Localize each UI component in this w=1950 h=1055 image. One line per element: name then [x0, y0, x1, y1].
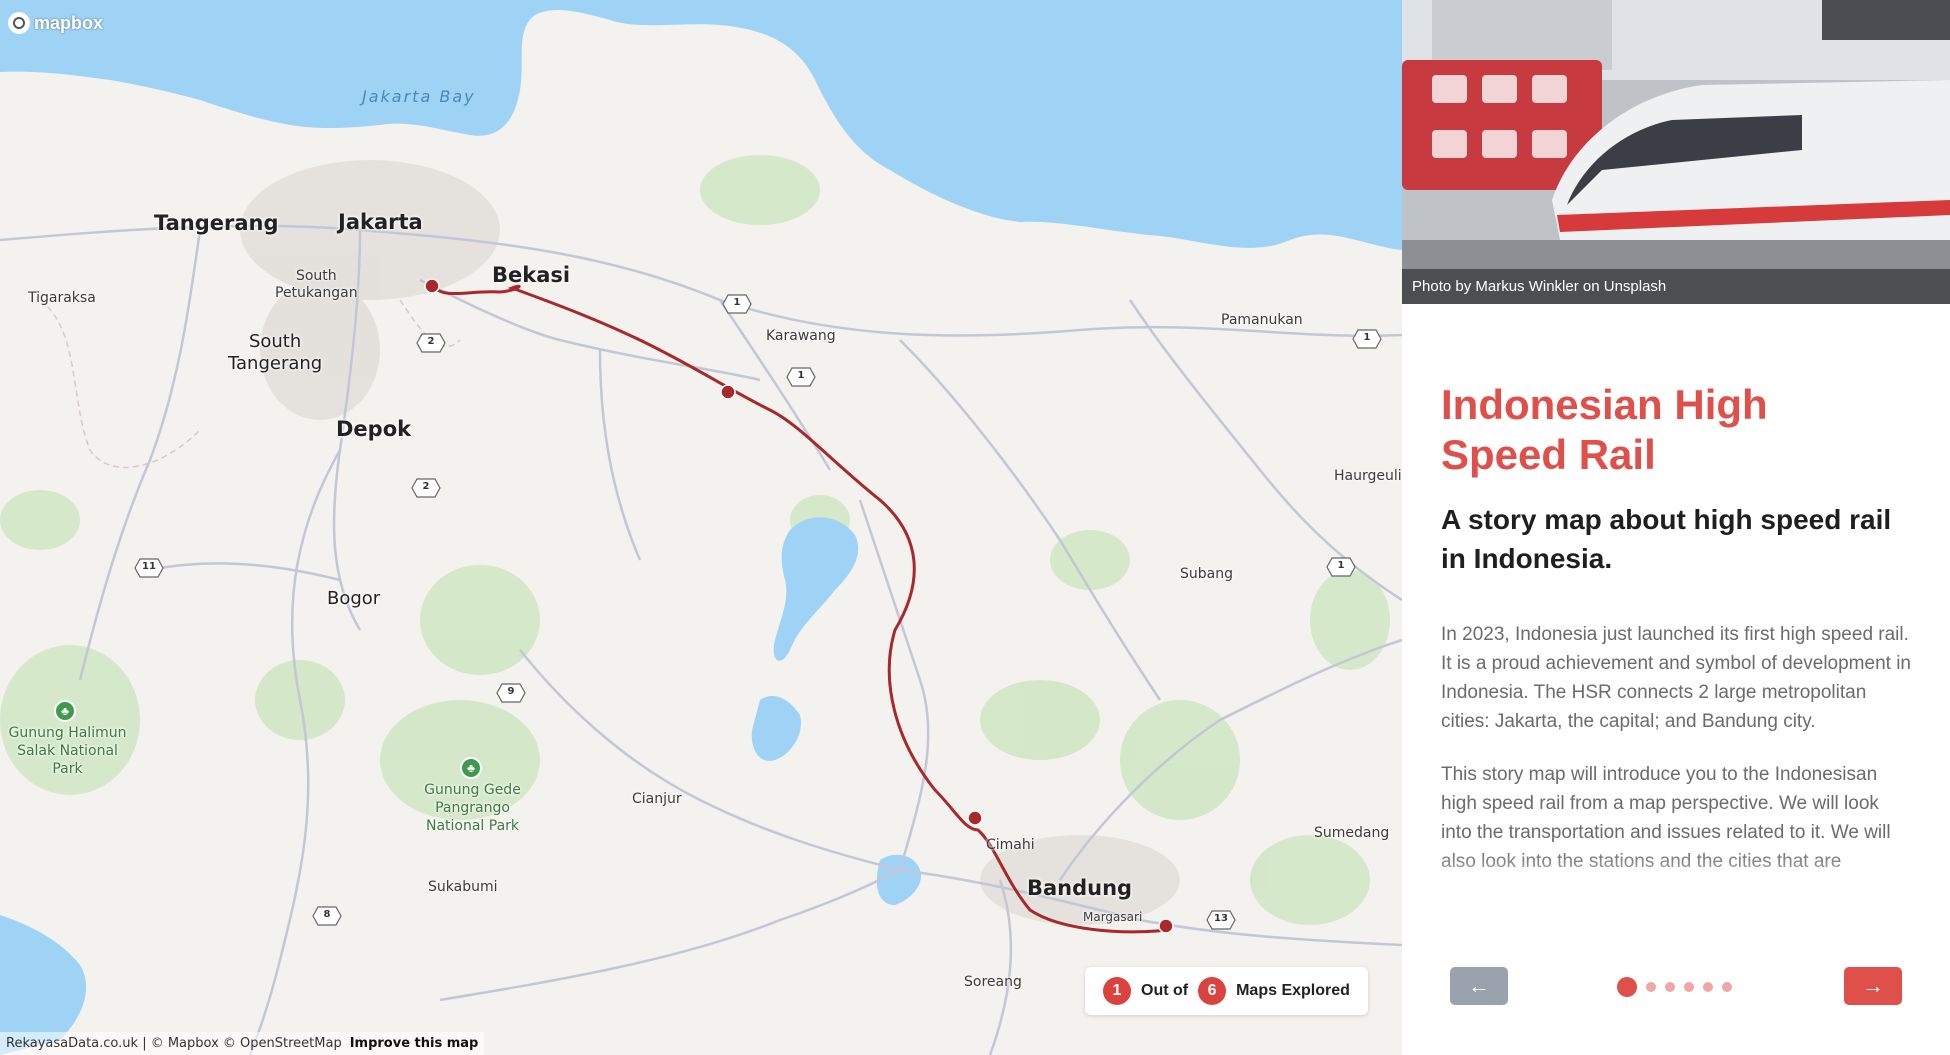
body-fade-overlay [1402, 850, 1950, 910]
prev-button[interactable]: ← [1450, 967, 1508, 1005]
label-south-petukangan: South Petukangan [275, 268, 358, 301]
label-bandung: Bandung [1027, 876, 1133, 900]
road-shield: 2 [411, 478, 441, 498]
label-depok: Depok [336, 417, 412, 441]
label-jakarta-bay: Jakarta Bay [362, 87, 476, 106]
label-karawang: Karawang [766, 328, 836, 344]
story-paragraph: In 2023, Indonesia just launched its fir… [1441, 624, 1911, 732]
progress-dot[interactable] [1722, 982, 1732, 992]
progress-dots [1617, 977, 1732, 997]
counter-current: 1 [1103, 977, 1131, 1005]
train-photo-image [1402, 0, 1950, 304]
road-shield: 2 [416, 333, 446, 353]
mapbox-logo-text: mapbox [34, 12, 104, 33]
station-karawang [720, 384, 736, 400]
road-shield: 8 [312, 906, 342, 926]
attribution-text: RekayasaData.co.uk | © Mapbox © OpenStre… [6, 1036, 342, 1051]
label-south-tangerang: South Tangerang [228, 331, 323, 374]
label-tangerang: Tangerang [154, 211, 279, 235]
label-soreang: Soreang [964, 974, 1022, 990]
story-title: Indonesian High Speed Rail [1441, 381, 1768, 478]
label-cianjur: Cianjur [632, 791, 682, 807]
label-pamanukan: Pamanukan [1221, 312, 1303, 328]
road-shield: 1 [1326, 557, 1356, 577]
label-haurgeulis: Haurgeulis [1334, 468, 1402, 484]
progress-dot[interactable] [1646, 982, 1656, 992]
label-sukabumi: Sukabumi [428, 879, 498, 895]
story-subtitle: A story map about high speed rail in Ind… [1441, 504, 1892, 574]
counter-total: 6 [1198, 977, 1227, 1005]
station-halim [424, 278, 440, 294]
label-sumedang: Sumedang [1314, 825, 1390, 841]
station-padalarang [967, 810, 983, 826]
road-shield: 11 [134, 558, 164, 578]
progress-dot[interactable] [1665, 982, 1675, 992]
mapbox-logo[interactable]: mapbox [8, 12, 103, 34]
road-shield: 1 [1352, 329, 1382, 349]
station-tegalluar [1158, 918, 1174, 934]
hero-photo: Photo by Markus Winkler on Unsplash [1402, 0, 1950, 304]
mapbox-logo-icon [8, 12, 30, 34]
counter-out-of-label: Out of [1141, 982, 1189, 999]
road-shield: 13 [1206, 910, 1236, 930]
next-button[interactable]: → [1844, 967, 1902, 1005]
map-canvas[interactable]: Jakarta Bay Tangerang Jakarta Bekasi Dep… [0, 0, 1402, 1055]
map-attribution: RekayasaData.co.uk | © Mapbox © OpenStre… [0, 1032, 485, 1055]
improve-map-link[interactable]: Improve this map [350, 1036, 479, 1051]
label-cimahi: Cimahi [986, 837, 1035, 853]
label-halimun-park: Gunung Halimun Salak National Park [8, 725, 127, 777]
counter-suffix: Maps Explored [1236, 982, 1350, 999]
road-shield: 1 [722, 294, 752, 314]
map-basemap [0, 0, 1402, 1055]
park-tree-icon: ♣ [460, 757, 482, 779]
road-shield: 9 [496, 683, 526, 703]
progress-dot[interactable] [1703, 982, 1713, 992]
label-margasari: Margasari [1083, 910, 1143, 924]
progress-dot[interactable] [1617, 977, 1637, 997]
label-pangrango-park: Gunung Gede Pangrango National Park [424, 782, 521, 834]
label-jakarta: Jakarta [338, 210, 423, 234]
park-tree-icon: ♣ [54, 700, 76, 722]
label-bogor: Bogor [327, 588, 381, 609]
photo-caption: Photo by Markus Winkler on Unsplash [1402, 269, 1950, 304]
label-subang: Subang [1180, 566, 1233, 582]
maps-explored-counter: 1 Out of 6 Maps Explored [1085, 967, 1368, 1015]
story-panel: Photo by Markus Winkler on Unsplash Indo… [1402, 0, 1950, 1055]
story-map-app: Jakarta Bay Tangerang Jakarta Bekasi Dep… [0, 0, 1950, 1055]
progress-dot[interactable] [1684, 982, 1694, 992]
road-shield: 1 [786, 367, 816, 387]
label-bekasi: Bekasi [492, 263, 571, 287]
label-tigaraksa: Tigaraksa [28, 290, 96, 306]
